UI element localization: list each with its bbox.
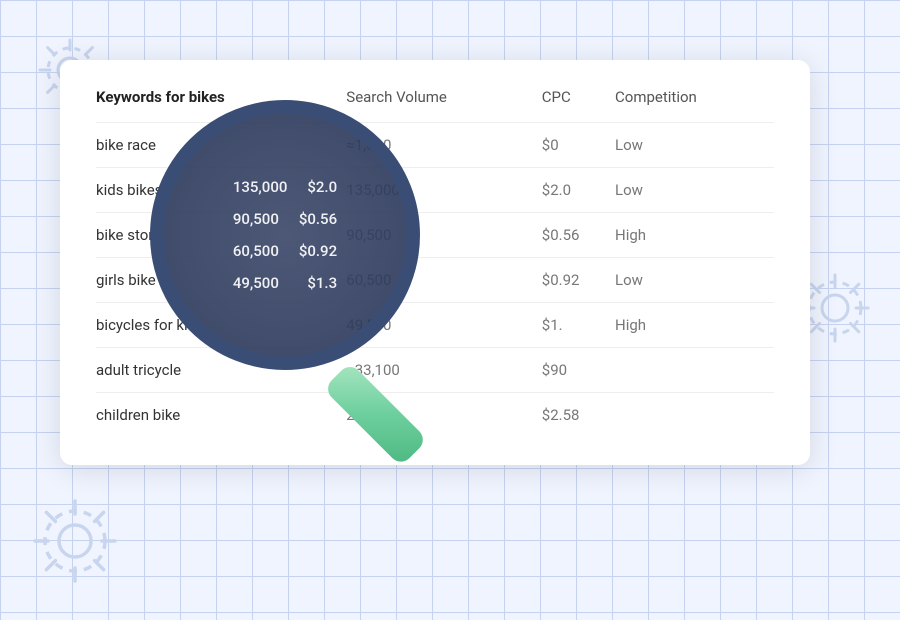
cell-volume: 60,500 xyxy=(346,258,542,303)
table-row: children bike27,100$2.58 xyxy=(96,393,774,438)
cell-volume: ≈1,000 xyxy=(346,123,542,168)
table-row: bicycles for kids49,500$1.High xyxy=(96,303,774,348)
cell-competition: High xyxy=(615,213,774,258)
cell-volume: 90,500 xyxy=(346,213,542,258)
cell-cpc: $0 xyxy=(542,123,615,168)
keyword-bold: bikes xyxy=(189,88,225,106)
cell-keyword: children bike xyxy=(96,393,346,438)
table-row: adult tricycle≈33,100$90 xyxy=(96,348,774,393)
table-row: bike race≈1,000$0Low xyxy=(96,123,774,168)
cell-cpc: $1. xyxy=(542,303,615,348)
cell-keyword: girls bike xyxy=(96,258,346,303)
cell-cpc: $2.58 xyxy=(542,393,615,438)
cell-volume: 135,000 xyxy=(346,168,542,213)
keywords-card: Keywords for bikes Search Volume CPC Com… xyxy=(60,60,810,465)
cell-volume: ≈33,100 xyxy=(346,348,542,393)
col-header-keyword: Keywords for bikes xyxy=(96,88,346,123)
gear-bottom-left-icon xyxy=(20,486,130,600)
cell-cpc: $0.92 xyxy=(542,258,615,303)
cell-competition xyxy=(615,393,774,438)
table-row: girls bike60,500$0.92Low xyxy=(96,258,774,303)
cell-competition xyxy=(615,348,774,393)
col-header-cpc: CPC xyxy=(542,88,615,123)
cell-cpc: $2.0 xyxy=(542,168,615,213)
cell-keyword: adult tricycle xyxy=(96,348,346,393)
cell-keyword: bike race xyxy=(96,123,346,168)
cell-competition: High xyxy=(615,303,774,348)
cell-cpc: $0.56 xyxy=(542,213,615,258)
table-row: bike store90,500$0.56High xyxy=(96,213,774,258)
keywords-table: Keywords for bikes Search Volume CPC Com… xyxy=(96,88,774,437)
cell-competition: Low xyxy=(615,123,774,168)
cell-volume: 27,100 xyxy=(346,393,542,438)
cell-cpc: $90 xyxy=(542,348,615,393)
col-header-volume: Search Volume xyxy=(346,88,542,123)
col-header-competition: Competition xyxy=(615,88,774,123)
cell-keyword: bicycles for kids xyxy=(96,303,346,348)
table-row: kids bikes135,000$2.0Low xyxy=(96,168,774,213)
cell-keyword: bike store xyxy=(96,213,346,258)
cell-volume: 49,500 xyxy=(346,303,542,348)
cell-keyword: kids bikes xyxy=(96,168,346,213)
cell-competition: Low xyxy=(615,168,774,213)
cell-competition: Low xyxy=(615,258,774,303)
